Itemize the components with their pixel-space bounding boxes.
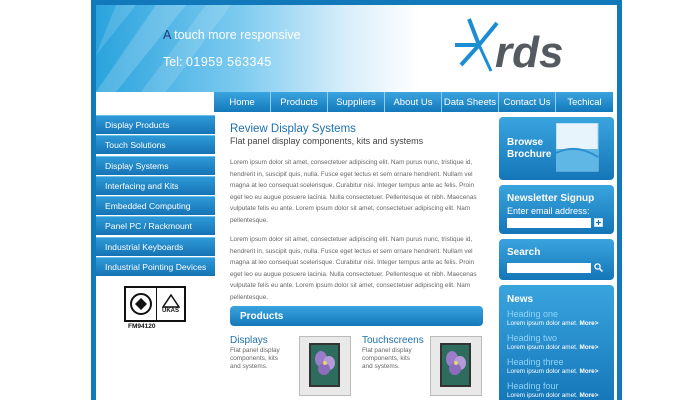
light-rays-graphic — [96, 5, 231, 92]
news-heading-2[interactable]: Heading two — [507, 333, 557, 343]
product-name[interactable]: Touchscreens — [362, 335, 424, 346]
bsi-logo-icon — [126, 288, 157, 320]
news-box: News Heading one Lorem ipsum dolor amet.… — [499, 285, 614, 400]
newsletter-box: Newsletter Signup Enter email address: — [499, 185, 614, 234]
logo-star-icon — [455, 18, 499, 72]
phone-number: Tel: 01959 563345 — [163, 55, 272, 69]
brochure-box[interactable]: Browse Brochure — [499, 117, 614, 180]
rds-logo[interactable]: rds — [451, 13, 591, 83]
displays-thumbnail[interactable] — [299, 336, 351, 396]
news-title: News — [507, 294, 534, 305]
page: A touch more responsive Tel: 01959 56334… — [96, 5, 617, 400]
search-box: Search — [499, 239, 614, 280]
sidebar-item-display-systems[interactable]: Display Systems — [96, 155, 215, 175]
search-input[interactable] — [507, 263, 591, 273]
nav-contact-us[interactable]: Contact Us — [499, 92, 556, 112]
page-subtitle: Flat panel display components, kits and … — [230, 136, 424, 146]
news-heading-4[interactable]: Heading four — [507, 381, 559, 391]
sidebar-item-interfacing-kits[interactable]: Interfacing and Kits — [96, 175, 215, 195]
body-paragraph-2: Lorem ipsum dolor sit amet, consectetuer… — [230, 236, 477, 301]
body-paragraph-1: Lorem ipsum dolor sit amet, consectetuer… — [230, 159, 477, 224]
newsletter-submit-icon[interactable] — [594, 218, 603, 227]
newsletter-title: Newsletter Signup — [507, 193, 595, 204]
newsletter-email-input[interactable] — [507, 218, 591, 228]
newsletter-label: Enter email address: — [507, 206, 590, 216]
news-more-link-1[interactable]: More> — [579, 320, 598, 327]
header-banner: A touch more responsive Tel: 01959 56334… — [96, 5, 617, 92]
search-title: Search — [507, 247, 541, 258]
news-more-link-2[interactable]: More> — [579, 344, 598, 351]
logo-text: rds — [495, 28, 563, 77]
products-heading-bar: Products — [230, 306, 483, 326]
product-desc: Flat panel display components, kits and … — [230, 347, 280, 370]
news-item-3: Lorem ipsum dolor amet. More> — [507, 368, 599, 375]
flower-image — [315, 351, 335, 375]
news-item-2: Lorem ipsum dolor amet. More> — [507, 344, 599, 351]
sidebar-item-embedded-computing[interactable]: Embedded Computing — [96, 196, 215, 216]
news-heading-3[interactable]: Heading three — [507, 357, 564, 367]
brochure-cover-icon[interactable] — [556, 123, 600, 173]
news-item-1: Lorem ipsum dolor amet. More> — [507, 320, 599, 327]
sidebar-item-display-products[interactable]: Display Products — [96, 115, 215, 134]
product-name[interactable]: Displays — [230, 335, 290, 346]
page-title: Review Display Systems — [230, 123, 356, 135]
news-heading-1[interactable]: Heading one — [507, 309, 558, 319]
product-touchscreens[interactable]: Touchscreens Flat panel display componen… — [362, 335, 424, 371]
tagline: A touch more responsive — [163, 28, 301, 42]
sidebar-item-panel-pc[interactable]: Panel PC / Rackmount — [96, 216, 215, 236]
nav-about-us[interactable]: About Us — [385, 92, 442, 112]
brochure-title-2: Brochure — [507, 149, 552, 160]
search-icon[interactable] — [594, 263, 603, 272]
nav-data-sheets[interactable]: Data Sheets — [442, 92, 499, 112]
main-nav: Home Products Suppliers About Us Data Sh… — [214, 92, 613, 112]
sidebar-item-touch-solutions[interactable]: Touch Solutions — [96, 135, 215, 155]
nav-techical[interactable]: Techical — [556, 92, 613, 112]
sidebar-item-industrial-keyboards[interactable]: Industrial Keyboards — [96, 236, 215, 256]
product-displays[interactable]: Displays Flat panel display components, … — [230, 335, 290, 371]
certification-badge: UKAS — [124, 286, 186, 322]
news-more-link-4[interactable]: More> — [579, 392, 598, 399]
news-more-link-3[interactable]: More> — [579, 368, 598, 375]
touchscreens-thumbnail[interactable] — [430, 336, 482, 396]
sidebar-item-industrial-pointing[interactable]: Industrial Pointing Devices — [96, 257, 215, 277]
ukas-logo-icon: UKAS — [157, 288, 184, 320]
certification-code: FM94120 — [128, 323, 156, 330]
nav-suppliers[interactable]: Suppliers — [328, 92, 385, 112]
product-desc: Flat panel display components, kits and … — [362, 347, 412, 370]
news-item-4: Lorem ipsum dolor amet. More> — [507, 392, 599, 399]
flower-image — [446, 351, 466, 375]
nav-home[interactable]: Home — [214, 92, 271, 112]
nav-products[interactable]: Products — [271, 92, 328, 112]
brochure-title-1: Browse — [507, 137, 544, 148]
sidebar: Display Products Touch Solutions Display… — [96, 115, 215, 277]
